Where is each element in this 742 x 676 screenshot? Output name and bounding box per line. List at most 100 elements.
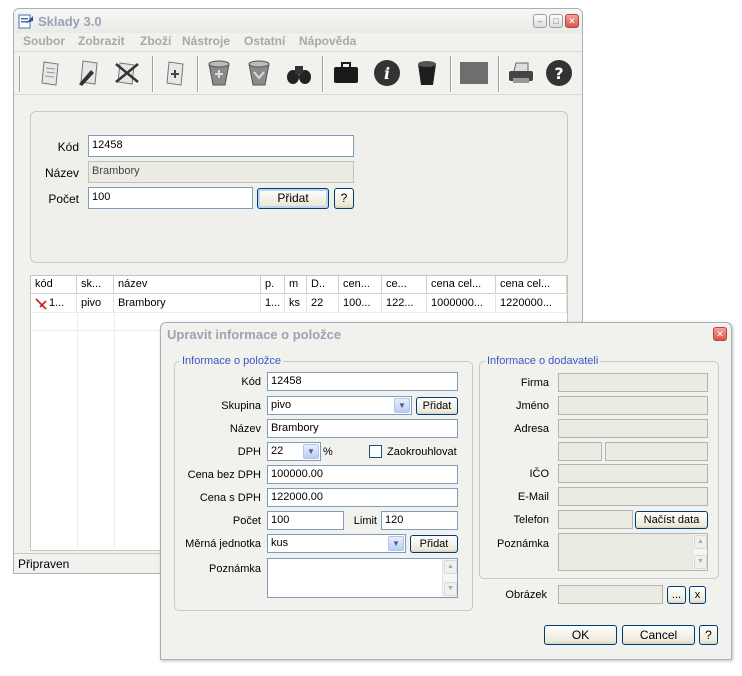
- menu-napoveda[interactable]: Nápověda: [299, 34, 356, 48]
- adresa-field: [558, 419, 708, 438]
- binoculars-icon[interactable]: [284, 58, 314, 88]
- column-header[interactable]: cena cel...: [427, 276, 496, 294]
- nacist-data-button[interactable]: Načíst data: [635, 511, 708, 529]
- table-cell[interactable]: 122...: [382, 295, 427, 312]
- scroll-down-icon[interactable]: ▼: [694, 555, 707, 569]
- telefon-field: [558, 510, 633, 529]
- cena-bez-dph-label: Cena bez DPH: [187, 469, 261, 481]
- maximize-button[interactable]: □: [549, 14, 563, 28]
- skupina-select[interactable]: pivo ▼: [267, 396, 412, 415]
- cena-bez-dph-input[interactable]: 100000.00: [267, 465, 458, 484]
- obrazek-field: [558, 585, 663, 604]
- poznamka-textarea[interactable]: ▲ ▼: [267, 558, 458, 598]
- column-divider: [114, 312, 115, 552]
- table-cell[interactable]: 1000000...: [427, 295, 496, 312]
- scroll-up-icon[interactable]: ▲: [694, 535, 707, 549]
- menu-ostatni[interactable]: Ostatní: [244, 34, 285, 48]
- ico-label: IČO: [529, 468, 549, 480]
- table-cell[interactable]: 1...: [261, 295, 285, 312]
- kod-input[interactable]: 12458: [88, 135, 354, 157]
- supplier-info-group-title: Informace o dodavateli: [485, 355, 601, 367]
- menu-soubor[interactable]: Soubor: [23, 34, 65, 48]
- toolbar-separator: [498, 56, 500, 92]
- chevron-down-icon[interactable]: ▼: [388, 536, 404, 551]
- kod-input[interactable]: 12458: [267, 372, 458, 391]
- browse-button[interactable]: ...: [667, 586, 686, 604]
- document-icon[interactable]: [36, 58, 66, 88]
- column-header[interactable]: cen...: [339, 276, 382, 294]
- help-button[interactable]: ?: [334, 188, 354, 209]
- column-header[interactable]: kód: [31, 276, 77, 294]
- pocet-input[interactable]: 100: [267, 511, 344, 530]
- delete-icon[interactable]: [112, 58, 142, 88]
- jmeno-field: [558, 396, 708, 415]
- svg-text:i: i: [384, 64, 390, 83]
- close-button[interactable]: ✕: [565, 14, 579, 28]
- pocet-input[interactable]: 100: [88, 187, 253, 209]
- column-header[interactable]: cena cel...: [496, 276, 567, 294]
- add-document-icon[interactable]: [161, 58, 191, 88]
- menu-zobrazit[interactable]: Zobrazit: [78, 34, 125, 48]
- table-cell[interactable]: pivo: [77, 295, 114, 312]
- edit-icon[interactable]: [74, 58, 104, 88]
- table-cell[interactable]: 22: [307, 295, 339, 312]
- column-header[interactable]: ce...: [382, 276, 427, 294]
- clear-image-button[interactable]: x: [689, 586, 706, 604]
- briefcase-icon[interactable]: [331, 58, 361, 88]
- row-divider: [31, 312, 567, 313]
- jednotka-add-button[interactable]: Přidat: [410, 535, 458, 553]
- dph-select[interactable]: 22 ▼: [267, 442, 321, 461]
- bucket-down-icon[interactable]: [244, 58, 274, 88]
- dialog-help-button[interactable]: ?: [699, 625, 718, 645]
- table-cell[interactable]: 1...: [45, 295, 77, 312]
- info-icon[interactable]: i: [372, 58, 402, 88]
- ok-button[interactable]: OK: [544, 625, 617, 645]
- chevron-down-icon[interactable]: ▼: [394, 398, 410, 413]
- round-label: Zaokrouhlovat: [387, 446, 457, 458]
- telefon-label: Telefon: [513, 514, 549, 526]
- dph-value: 22: [271, 445, 284, 457]
- bucket-icon[interactable]: [204, 58, 234, 88]
- trash-can-icon[interactable]: [412, 58, 442, 88]
- limit-input[interactable]: 120: [381, 511, 458, 530]
- column-header[interactable]: D..: [307, 276, 339, 294]
- printer-icon[interactable]: [506, 58, 536, 88]
- dialog-close-button[interactable]: ✕: [713, 327, 727, 341]
- chevron-down-icon[interactable]: ▼: [303, 444, 319, 459]
- mesto-field: [605, 442, 708, 461]
- kod-label: Kód: [241, 376, 261, 388]
- column-header[interactable]: p.: [261, 276, 285, 294]
- minimize-button[interactable]: –: [533, 14, 547, 28]
- toolbar-grip: [19, 56, 21, 92]
- kod-label: Kód: [57, 140, 79, 154]
- skupina-add-button[interactable]: Přidat: [416, 397, 458, 415]
- menu-nastroje[interactable]: Nástroje: [182, 34, 230, 48]
- main-titlebar[interactable]: Sklady 3.0 – □ ✕: [14, 9, 582, 33]
- cancel-button[interactable]: Cancel: [622, 625, 695, 645]
- table-cell[interactable]: ks: [285, 295, 307, 312]
- scroll-down-icon[interactable]: ▼: [444, 582, 457, 596]
- table-cell[interactable]: Brambory: [114, 295, 261, 312]
- table-cell[interactable]: 1220000...: [496, 295, 567, 312]
- edit-item-dialog: Upravit informace o položce ✕ Informace …: [160, 322, 732, 660]
- toolbar-separator: [197, 56, 199, 92]
- scrollbar[interactable]: ▲ ▼: [692, 534, 707, 570]
- merna-jednotka-select[interactable]: kus ▼: [267, 534, 406, 553]
- round-checkbox[interactable]: [369, 445, 382, 458]
- nazev-label: Název: [44, 166, 79, 180]
- firma-field: [558, 373, 708, 392]
- column-header[interactable]: sk...: [77, 276, 114, 294]
- cena-s-dph-input[interactable]: 122000.00: [267, 488, 458, 507]
- gray-square-icon[interactable]: [458, 58, 488, 88]
- scroll-up-icon[interactable]: ▲: [444, 560, 457, 574]
- column-header[interactable]: m: [285, 276, 307, 294]
- help-icon[interactable]: ?: [544, 58, 574, 88]
- toolbar-separator: [152, 56, 154, 92]
- column-header[interactable]: název: [114, 276, 261, 294]
- limit-label: Limit: [353, 515, 377, 527]
- table-cell[interactable]: 100...: [339, 295, 382, 312]
- scrollbar[interactable]: ▲ ▼: [442, 559, 457, 597]
- nazev-input[interactable]: Brambory: [267, 419, 458, 438]
- pridat-button[interactable]: Přidat: [257, 188, 329, 209]
- menu-zbozi[interactable]: Zboží: [140, 34, 171, 48]
